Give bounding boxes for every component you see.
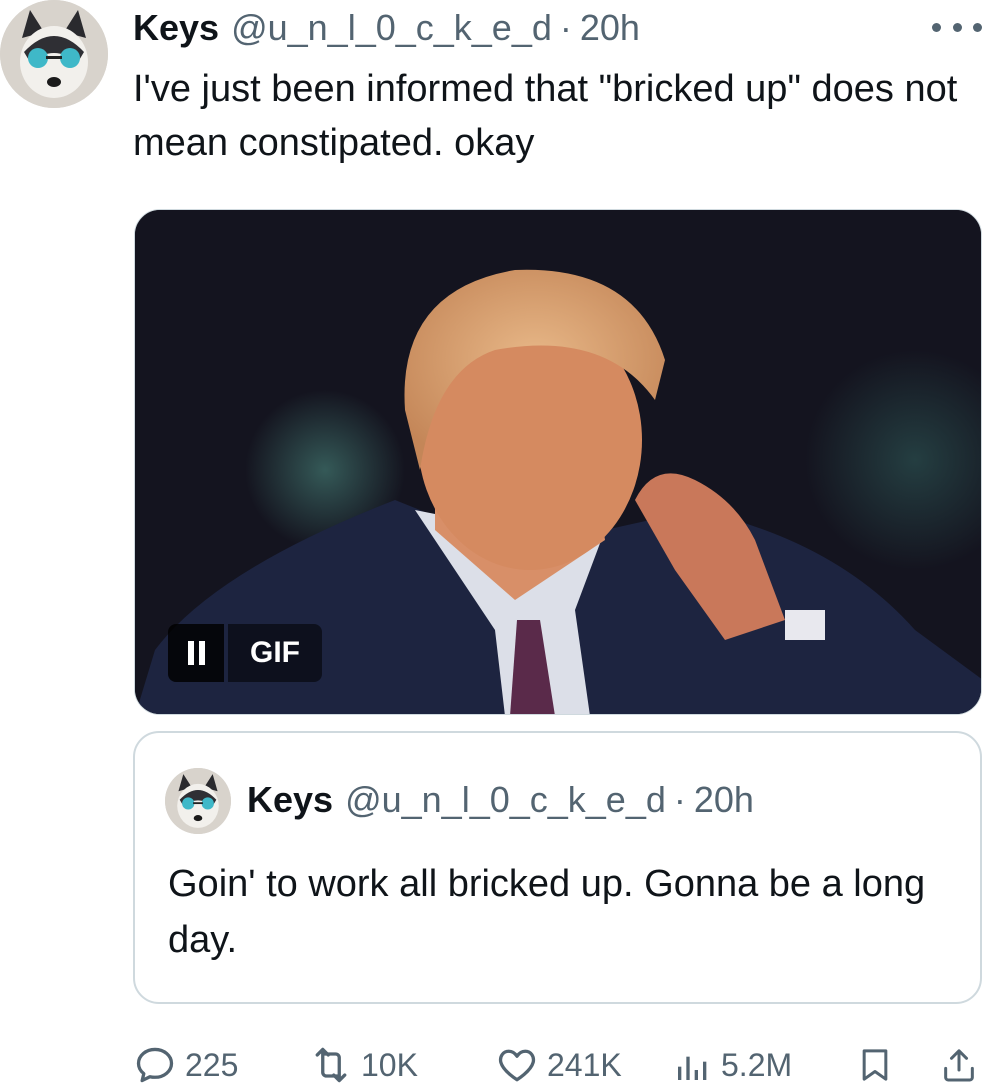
- tweet-actions: 225 10K 241K 5.2M: [133, 1040, 982, 1090]
- reply-count: 225: [185, 1046, 239, 1083]
- bookmark-button[interactable]: [855, 1040, 895, 1090]
- tweet-header: Keys @u_n_l_0_c_k_e_d · 20h: [133, 6, 640, 50]
- repost-button[interactable]: 10K: [309, 1040, 418, 1090]
- tweet-timestamp[interactable]: 20h: [580, 6, 640, 50]
- reply-icon: [136, 1047, 174, 1083]
- share-button[interactable]: [939, 1040, 979, 1090]
- heart-icon: [498, 1049, 536, 1082]
- gif-badge[interactable]: GIF: [168, 624, 322, 682]
- quoted-author-display-name[interactable]: Keys: [247, 778, 333, 822]
- quoted-author-handle[interactable]: @u_n_l_0_c_k_e_d: [345, 778, 666, 822]
- views-icon: [678, 1056, 707, 1080]
- author-handle[interactable]: @u_n_l_0_c_k_e_d: [231, 6, 552, 50]
- bookmark-icon: [862, 1049, 888, 1081]
- share-icon: [944, 1049, 974, 1082]
- like-count: 241K: [547, 1046, 622, 1083]
- quoted-tweet-timestamp[interactable]: 20h: [694, 778, 754, 822]
- quoted-tweet-header: Keys @u_n_l_0_c_k_e_d · 20h: [247, 778, 754, 822]
- quoted-tweet-text: Goin' to work all bricked up. Gonna be a…: [168, 863, 926, 961]
- pause-icon[interactable]: [168, 624, 224, 682]
- repost-icon: [315, 1047, 347, 1083]
- repost-count: 10K: [361, 1046, 418, 1083]
- like-button[interactable]: 241K: [495, 1040, 622, 1090]
- views-button[interactable]: 5.2M: [673, 1040, 792, 1090]
- reply-button[interactable]: 225: [133, 1040, 238, 1090]
- husky-avatar-icon: [0, 0, 108, 108]
- tweet-text: I've just been informed that "bricked up…: [133, 68, 958, 164]
- more-dot: [973, 22, 982, 32]
- more-dot: [932, 22, 941, 32]
- gif-label: GIF: [228, 624, 322, 682]
- author-display-name[interactable]: Keys: [133, 6, 219, 50]
- more-dot: [952, 22, 962, 32]
- quoted-author-avatar[interactable]: [165, 768, 231, 834]
- views-count: 5.2M: [721, 1046, 793, 1083]
- husky-avatar-icon: [165, 768, 231, 834]
- author-avatar[interactable]: [0, 0, 108, 108]
- separator-dot: ·: [559, 7, 572, 48]
- separator-dot: ·: [673, 779, 686, 820]
- more-options-icon[interactable]: [932, 12, 982, 42]
